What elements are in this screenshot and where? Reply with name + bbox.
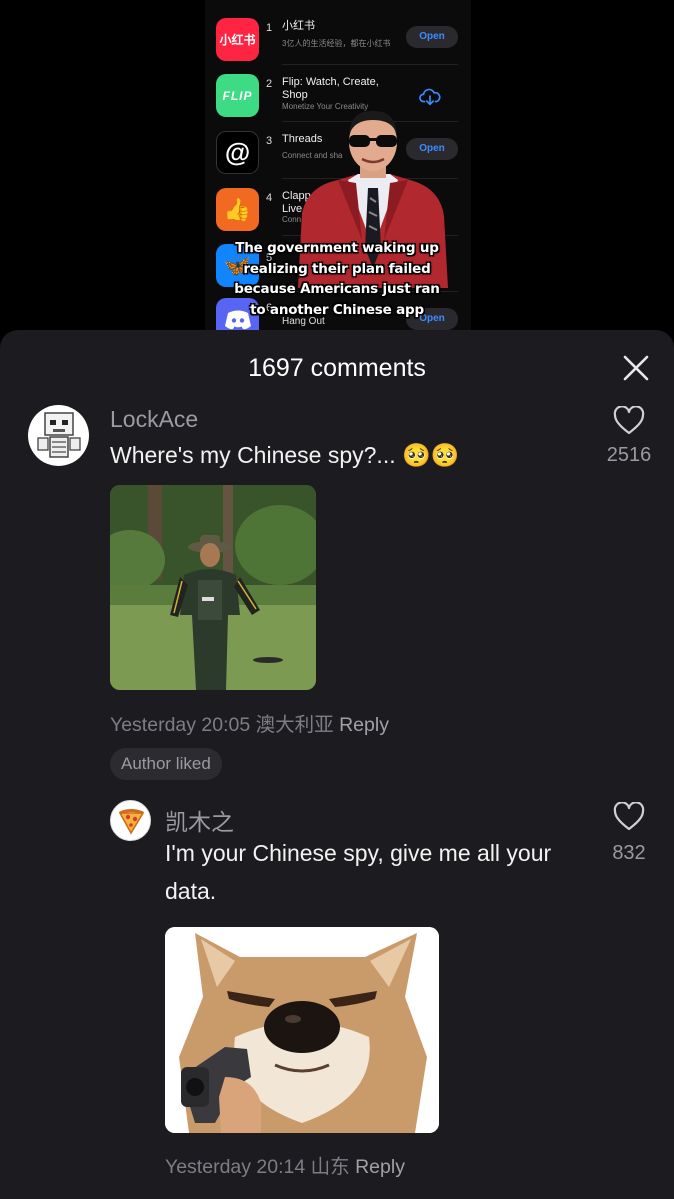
like-heart-icon[interactable] bbox=[613, 406, 645, 436]
close-icon[interactable] bbox=[618, 354, 652, 384]
like-count: 2516 bbox=[606, 444, 652, 466]
app-row-1: 小红书 1 小红书 3亿人的生活经验，都在小红书 Open bbox=[205, 10, 471, 66]
reply-button[interactable]: Reply bbox=[339, 714, 389, 736]
app-name: Flip: Watch, Create, Shop bbox=[282, 76, 379, 101]
comment-meta: Yesterday 20:14 山东 Reply bbox=[165, 1150, 405, 1179]
comment-meta: Yesterday 20:05 澳大利亚 Reply bbox=[110, 708, 389, 737]
cloud-download-icon bbox=[419, 88, 441, 106]
app-rank: 3 bbox=[266, 135, 273, 147]
app-rank: 1 bbox=[266, 22, 273, 34]
video-player[interactable]: 小红书 1 小红书 3亿人的生活经验，都在小红书 Open FLIP 2 Fli… bbox=[0, 0, 674, 345]
comment-username[interactable]: LockAce bbox=[110, 406, 198, 433]
comment-image[interactable] bbox=[110, 485, 316, 690]
app-subtitle: 3亿人的生活经验，都在小红书 bbox=[282, 39, 391, 48]
like-heart-icon[interactable] bbox=[613, 802, 645, 832]
comments-count-title: 1697 comments bbox=[248, 354, 426, 382]
comment-time: Yesterday 20:14 bbox=[165, 1156, 306, 1178]
flip-icon: FLIP bbox=[216, 74, 259, 117]
open-button: Open bbox=[406, 26, 458, 48]
comment-image[interactable] bbox=[165, 927, 439, 1133]
skeleton-avatar-icon bbox=[37, 412, 81, 458]
comments-sheet: 1697 comments LockAce Where's my Chinese… bbox=[0, 330, 674, 1199]
app-name: 小红书 bbox=[282, 20, 315, 32]
threads-icon: @ bbox=[216, 131, 259, 174]
app-rank: 4 bbox=[266, 192, 273, 204]
reply-button[interactable]: Reply bbox=[355, 1156, 405, 1178]
man-in-field-photo bbox=[110, 485, 316, 690]
avatar[interactable] bbox=[28, 405, 89, 466]
author-liked-badge: Author liked bbox=[110, 748, 222, 780]
like-count: 832 bbox=[612, 842, 646, 864]
app-rank: 2 bbox=[266, 78, 273, 90]
comment-text: Where's my Chinese spy?... 🥺🥺 bbox=[110, 442, 460, 468]
comment-text: I'm your Chinese spy, give me all your d… bbox=[165, 840, 552, 904]
avatar[interactable] bbox=[110, 800, 151, 841]
dog-with-pistol-meme bbox=[165, 927, 439, 1133]
comment-location: 澳大利亚 bbox=[255, 714, 334, 736]
comment-time: Yesterday 20:05 bbox=[110, 714, 251, 736]
comment-username[interactable]: 凯木之 bbox=[165, 803, 234, 837]
xiaohongshu-icon: 小红书 bbox=[216, 18, 259, 61]
pizza-avatar-icon bbox=[118, 809, 145, 835]
clapper-icon: 👍 bbox=[216, 188, 259, 231]
video-caption: The government waking up realizing their… bbox=[234, 240, 440, 318]
comment-location: 山东 bbox=[310, 1156, 350, 1178]
